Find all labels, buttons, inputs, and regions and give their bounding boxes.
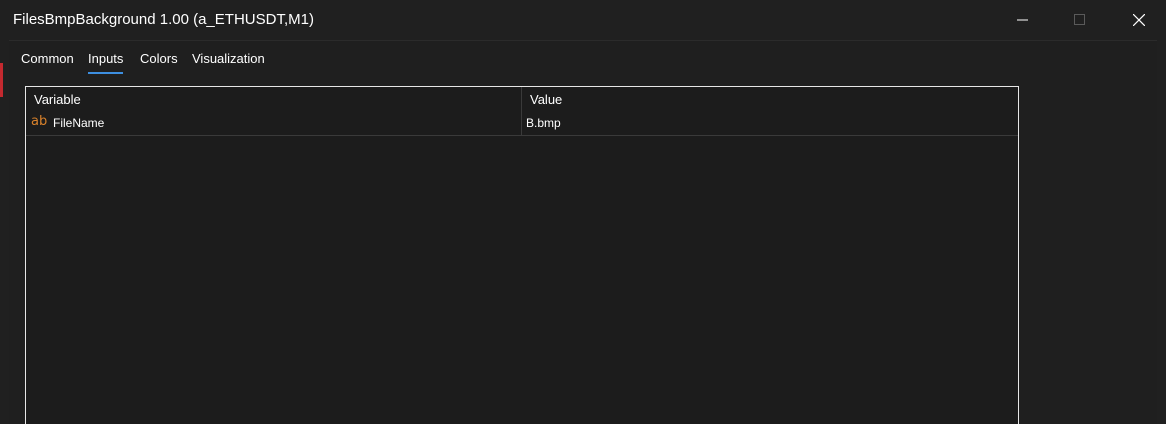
close-button[interactable] — [1116, 0, 1162, 40]
grid-header: Variable Value — [26, 87, 1018, 111]
string-type-icon: ab — [31, 114, 48, 129]
accent-bar — [0, 63, 3, 97]
minimize-icon — [1017, 19, 1028, 21]
title-bar[interactable]: FilesBmpBackground 1.00 (a_ETHUSDT,M1) — [0, 0, 1166, 40]
window-title: FilesBmpBackground 1.00 (a_ETHUSDT,M1) — [13, 11, 314, 28]
close-icon — [1133, 14, 1145, 26]
minimize-button[interactable] — [1000, 0, 1046, 40]
table-row[interactable]: ab FileName B.bmp — [26, 111, 1018, 136]
tab-visualization[interactable]: Visualization — [192, 51, 265, 66]
inputs-grid: Variable Value ab FileName B.bmp — [25, 86, 1019, 424]
maximize-button[interactable] — [1057, 0, 1103, 40]
variable-value-field[interactable]: B.bmp — [526, 116, 561, 130]
tab-colors[interactable]: Colors — [140, 51, 178, 66]
column-header-variable[interactable]: Variable — [34, 92, 81, 107]
dialog-content: Common Inputs Colors Visualization Varia… — [9, 40, 1157, 424]
tab-inputs[interactable]: Inputs — [88, 51, 124, 74]
tab-common[interactable]: Common — [21, 51, 74, 66]
variable-name: FileName — [53, 116, 105, 130]
maximize-icon — [1074, 14, 1085, 25]
column-header-value[interactable]: Value — [530, 92, 562, 107]
properties-window: FilesBmpBackground 1.00 (a_ETHUSDT,M1) C… — [0, 0, 1166, 424]
